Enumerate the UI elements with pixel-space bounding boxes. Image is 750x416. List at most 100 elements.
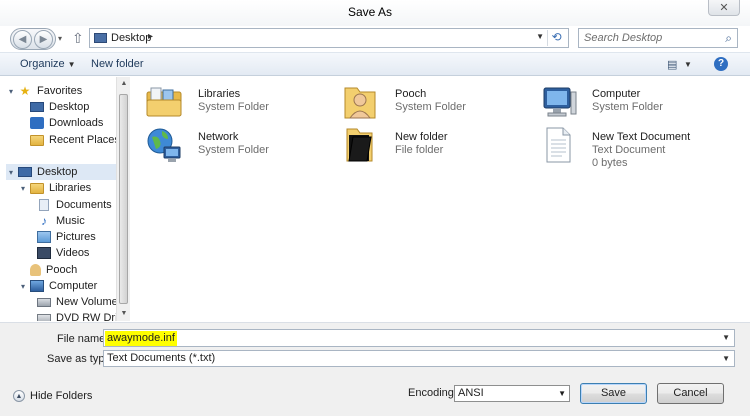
computer-icon <box>543 87 577 117</box>
hide-folders-label: Hide Folders <box>30 390 93 402</box>
file-type: Text Document <box>592 144 666 156</box>
file-size: 0 bytes <box>592 157 628 169</box>
search-placeholder: Search Desktop <box>584 32 663 44</box>
chevron-down-icon: ▼ <box>67 60 76 69</box>
encoding-value: ANSI <box>458 387 484 399</box>
chevron-down-icon: ▼ <box>558 389 566 398</box>
save-button[interactable]: Save <box>580 383 647 404</box>
sidebar-item-label: Desktop <box>49 101 90 113</box>
up-one-level-button[interactable]: ⇧ <box>72 30 84 47</box>
save-as-type-select[interactable]: Text Documents (*.txt) ▼ <box>103 350 735 367</box>
desktop-icon <box>94 33 107 43</box>
sidebar-item-favorites[interactable]: ▾ ★ Favorites <box>6 83 82 99</box>
change-view-icon[interactable]: ▤ <box>667 58 677 71</box>
file-name-value[interactable]: awaymode.inf <box>105 331 177 346</box>
file-name: New Text Document <box>592 131 691 143</box>
back-button[interactable]: ◀ <box>13 30 32 49</box>
user-folder-icon <box>30 264 41 276</box>
file-item-new-text-document[interactable]: New Text Document Text Document 0 bytes <box>538 125 728 171</box>
file-list: Libraries System Folder Pooch System Fol… <box>131 77 750 321</box>
scroll-down-icon[interactable]: ▼ <box>117 307 131 321</box>
forward-arrow-icon: ▶ <box>39 34 48 45</box>
address-bar[interactable]: Desktop ▸ ▼ ⟲ <box>89 28 569 48</box>
star-icon: ★ <box>19 84 31 98</box>
file-name: Network <box>198 131 239 143</box>
search-icon[interactable]: ⌕ <box>725 31 732 46</box>
expand-arrow-icon[interactable]: ▾ <box>6 168 16 177</box>
address-dropdown-icon[interactable]: ▼ <box>536 32 544 41</box>
hide-folders-button[interactable]: ▲ Hide Folders <box>13 390 92 402</box>
expand-arrow-icon[interactable]: ▾ <box>6 87 16 96</box>
organize-label: Organize <box>20 58 65 70</box>
sidebar-item-label: Videos <box>56 247 90 259</box>
sidebar-item-desktop-root[interactable]: ▾ Desktop <box>6 164 116 180</box>
pictures-icon <box>37 231 51 243</box>
address-location[interactable]: Desktop <box>111 32 151 44</box>
organize-button[interactable]: Organize ▼ <box>20 58 76 70</box>
sidebar-item-desktop[interactable]: Desktop <box>30 99 89 115</box>
sidebar-item-recent-places[interactable]: Recent Places <box>30 132 120 148</box>
file-item-computer[interactable]: Computer System Folder <box>538 82 728 128</box>
navigation-bar: ◀ ▶ ▾ ⇧ Desktop ▸ ▼ ⟲ Search Desktop ⌕ <box>0 26 750 52</box>
new-folder-button[interactable]: New folder <box>91 58 144 70</box>
folder-icon <box>346 128 373 162</box>
text-document-icon <box>546 127 571 163</box>
sidebar-item-pictures[interactable]: Pictures <box>37 229 96 245</box>
sidebar-item-music[interactable]: ♪ Music <box>37 213 85 229</box>
encoding-label: Encoding: <box>408 387 457 399</box>
sidebar-item-label: Libraries <box>49 182 92 194</box>
sidebar-item-label: Pictures <box>56 231 96 243</box>
expand-arrow-icon[interactable]: ▾ <box>18 184 28 193</box>
file-name: Pooch <box>395 88 427 100</box>
file-type: File folder <box>395 144 444 156</box>
file-name-input[interactable]: awaymode.inf ▼ <box>103 329 735 347</box>
sidebar-item-label: Documents <box>56 199 112 211</box>
search-input[interactable]: Search Desktop ⌕ <box>578 28 738 48</box>
file-item-network[interactable]: Network System Folder <box>144 125 334 171</box>
sidebar-item-label: Music <box>56 215 85 227</box>
sidebar-item-documents[interactable]: Documents <box>37 197 112 213</box>
file-type: System Folder <box>198 101 269 113</box>
scroll-up-icon[interactable]: ▲ <box>117 77 131 91</box>
close-button[interactable]: ✕ <box>708 0 740 16</box>
network-icon <box>147 128 181 162</box>
title-bar: Save As ✕ <box>0 0 750 26</box>
back-forward-group: ◀ ▶ <box>10 28 56 50</box>
desktop-icon <box>30 102 44 112</box>
file-item-pooch[interactable]: Pooch System Folder <box>341 82 531 128</box>
file-name: Libraries <box>198 88 241 100</box>
sidebar-item-pooch[interactable]: Pooch <box>30 262 77 278</box>
navigation-scrollbar[interactable]: ▲ ▼ <box>116 77 130 321</box>
sidebar-item-computer[interactable]: ▾ Computer <box>18 278 97 294</box>
music-icon: ♪ <box>41 214 47 228</box>
help-icon[interactable]: ? <box>714 57 728 71</box>
sidebar-item-videos[interactable]: Videos <box>37 245 89 261</box>
libraries-icon <box>30 182 44 194</box>
scrollbar-thumb[interactable] <box>119 94 128 304</box>
view-options-dropdown-icon[interactable]: ▼ <box>684 60 692 69</box>
file-item-new-folder[interactable]: New folder File folder <box>341 125 531 171</box>
refresh-button[interactable]: ⟲ <box>547 30 565 46</box>
file-name-label: File name: <box>57 333 109 345</box>
command-bar: Organize ▼ New folder ▤ ▼ ? <box>0 52 750 76</box>
file-type: System Folder <box>198 144 269 156</box>
sidebar-item-label: Desktop <box>37 166 78 178</box>
chevron-down-icon[interactable]: ▼ <box>722 333 730 342</box>
encoding-select[interactable]: ANSI ▼ <box>454 385 570 402</box>
sidebar-item-label: Recent Places <box>49 134 120 146</box>
file-item-libraries[interactable]: Libraries System Folder <box>144 82 334 128</box>
sidebar-item-downloads[interactable]: Downloads <box>30 115 103 131</box>
close-icon: ✕ <box>719 2 729 14</box>
file-name: Computer <box>592 88 641 100</box>
expand-arrow-icon[interactable]: ▾ <box>18 282 28 291</box>
videos-icon <box>37 247 51 259</box>
cancel-button[interactable]: Cancel <box>657 383 724 404</box>
sidebar-item-libraries[interactable]: ▾ Libraries <box>18 180 91 196</box>
chevron-up-icon: ▲ <box>13 390 25 402</box>
forward-button[interactable]: ▶ <box>34 30 53 49</box>
back-arrow-icon: ◀ <box>18 34 27 45</box>
sidebar-item-label: Favorites <box>37 85 83 97</box>
breadcrumb-chevron-icon[interactable]: ▸ <box>148 31 153 42</box>
recent-locations-dropdown[interactable]: ▾ <box>58 34 62 43</box>
drive-icon <box>37 297 51 307</box>
